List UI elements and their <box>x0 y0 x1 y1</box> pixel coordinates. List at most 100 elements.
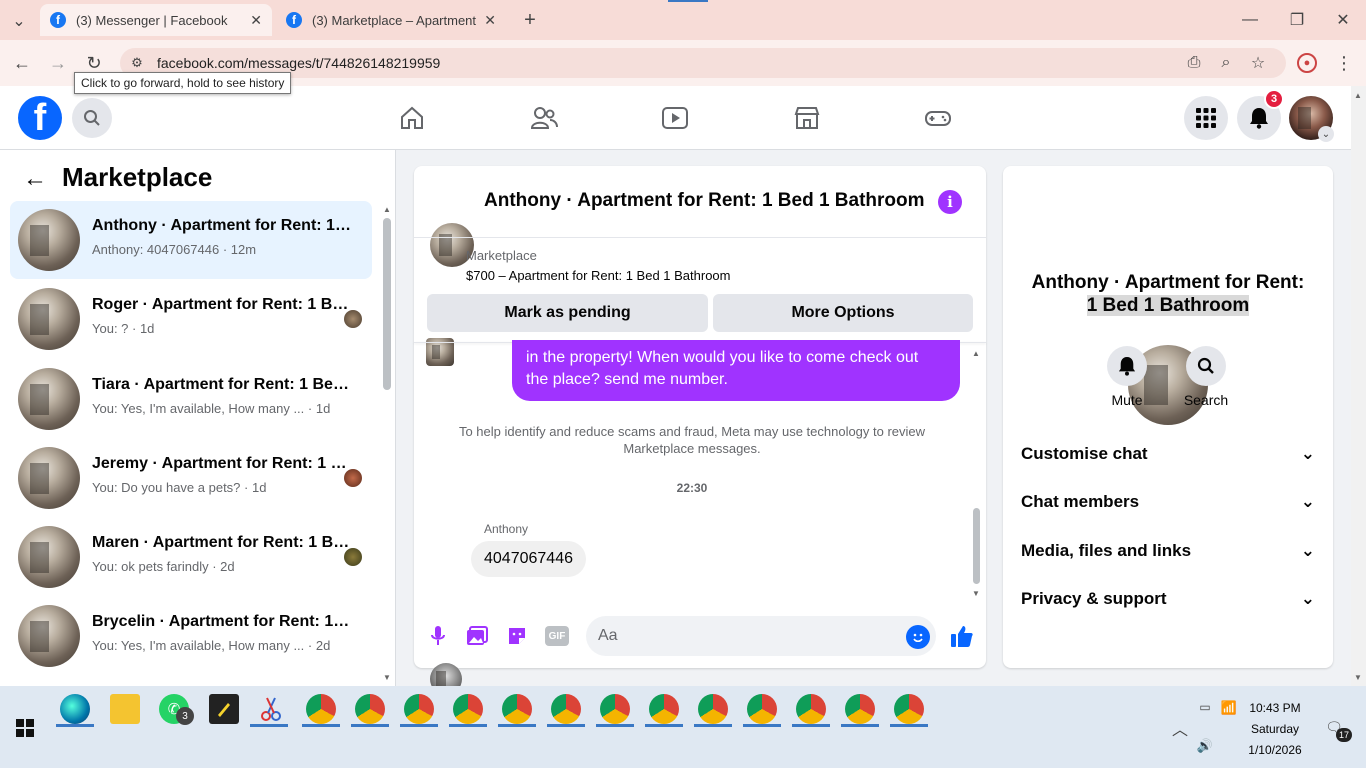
like-thumb-button[interactable] <box>948 622 976 650</box>
marketplace-nav-button[interactable] <box>793 104 821 132</box>
windows-start-icon[interactable] <box>16 719 34 737</box>
listing-thumbnail <box>18 209 80 271</box>
forward-arrow-icon[interactable]: → <box>48 53 68 73</box>
scroll-down-icon[interactable]: ▼ <box>971 588 981 598</box>
active-app-indicator <box>743 724 781 727</box>
chrome-profile-icon[interactable] <box>747 694 777 724</box>
sticker-button[interactable] <box>506 625 528 647</box>
tab-search-chevron-icon[interactable]: ⌄ <box>8 10 30 32</box>
chat-members-section[interactable]: Chat members ⌄ <box>1021 492 1315 512</box>
chrome-profile-icon[interactable] <box>600 694 630 724</box>
tab-marketplace[interactable]: f (3) Marketplace – Apartment fo ✕ <box>276 4 506 36</box>
gif-icon[interactable]: GIF <box>545 626 569 646</box>
tab-messenger[interactable]: f (3) Messenger | Facebook ✕ <box>40 4 272 36</box>
tab-close-icon[interactable]: ✕ <box>250 12 262 29</box>
scroll-down-icon[interactable]: ▼ <box>382 672 392 682</box>
chrome-profile-icon[interactable] <box>355 694 385 724</box>
chat-name-line: Anthony · Apartment for Rent: <box>1031 272 1305 293</box>
message-input[interactable] <box>586 616 936 656</box>
minimize-icon[interactable]: — <box>1240 10 1260 30</box>
conversation-preview: You: ok pets farindly · 2d <box>92 559 235 574</box>
chat-window <box>414 166 986 668</box>
zoom-icon[interactable]: ⌕ <box>1216 53 1236 73</box>
conversation-row[interactable]: Anthony · Apartment for Rent: 1 Bed 1 Ba… <box>10 201 372 279</box>
tab-close-icon[interactable]: ✕ <box>484 12 496 29</box>
search-button[interactable] <box>72 98 112 138</box>
section-label: Chat members <box>1021 492 1140 511</box>
chrome-profile-icon[interactable] <box>551 694 581 724</box>
restore-icon[interactable]: ❐ <box>1287 10 1307 30</box>
privacy-support-section[interactable]: Privacy & support ⌄ <box>1021 589 1315 609</box>
info-icon[interactable]: i <box>938 190 962 214</box>
chrome-profile-icon[interactable] <box>649 694 679 724</box>
page-scrollbar[interactable] <box>1351 86 1366 686</box>
wifi-icon[interactable]: 📶 <box>1220 700 1238 716</box>
scroll-down-icon[interactable]: ▼ <box>1352 672 1364 682</box>
scroll-up-icon[interactable]: ▲ <box>971 348 981 358</box>
close-window-icon[interactable]: ✕ <box>1333 10 1353 30</box>
chrome-profile-icon[interactable] <box>502 694 532 724</box>
chrome-profile-icon[interactable] <box>453 694 483 724</box>
received-message-bubble: 4047067446 <box>471 541 586 577</box>
media-files-links-section[interactable]: Media, files and links ⌄ <box>1021 541 1315 561</box>
section-label: Privacy & support <box>1021 589 1167 608</box>
mute-button[interactable] <box>1107 346 1147 386</box>
chrome-profile-icon[interactable] <box>306 694 336 724</box>
voice-clip-button[interactable] <box>428 625 448 647</box>
scroll-up-icon[interactable]: ▲ <box>1352 90 1364 100</box>
back-arrow-icon[interactable]: ← <box>22 165 48 192</box>
chrome-profile-icon[interactable] <box>404 694 434 724</box>
chevron-up-icon[interactable]: ︿ <box>1170 718 1190 739</box>
new-tab-button[interactable]: + <box>518 8 542 32</box>
battery-icon[interactable]: ▭ <box>1196 700 1214 714</box>
file-explorer-icon[interactable] <box>110 694 140 724</box>
reload-icon[interactable]: ↻ <box>84 53 104 73</box>
conversation-row[interactable]: Tiara · Apartment for Rent: 1 Bed 1 Bath… <box>10 360 372 438</box>
menu-grid-button[interactable] <box>1184 96 1228 140</box>
menu-kebab-icon[interactable]: ⋮ <box>1334 53 1354 73</box>
conversation-row[interactable]: Roger · Apartment for Rent: 1 Bed 1 Bath… <box>10 280 372 358</box>
bookmark-star-icon[interactable]: ☆ <box>1248 53 1268 73</box>
chrome-profile-icon[interactable] <box>845 694 875 724</box>
chat-header-title[interactable]: Anthony · Apartment for Rent: 1 Bed 1 Ba… <box>484 190 925 212</box>
conversation-row[interactable]: Brycelin · Apartment for Rent: 1 Bed 1 B… <box>10 597 372 675</box>
back-arrow-icon[interactable]: ← <box>12 53 32 73</box>
conversation-row[interactable]: Jeremy · Apartment for Rent: 1 Bed 1 Bat… <box>10 439 372 517</box>
snipping-tool-icon[interactable] <box>256 694 286 724</box>
volume-icon[interactable]: 🔊 <box>1196 738 1214 754</box>
chrome-profile-icon[interactable] <box>796 694 826 724</box>
chrome-profile-icon[interactable] <box>698 694 728 724</box>
edge-icon[interactable] <box>60 694 90 724</box>
thumbs-up-icon <box>951 626 973 647</box>
emoji-icon[interactable] <box>906 625 930 649</box>
profile-icon[interactable]: ● <box>1297 53 1317 73</box>
mark-as-pending-button[interactable]: Mark as pending <box>427 294 708 332</box>
gaming-nav-button[interactable] <box>924 104 952 132</box>
active-app-indicator <box>792 724 830 727</box>
active-app-indicator <box>596 724 634 727</box>
clock[interactable]: 10:43 PM Saturday 1/10/2026 <box>1240 698 1310 761</box>
more-options-button[interactable]: More Options <box>713 294 973 332</box>
install-app-icon[interactable]: ⎙ <box>1184 53 1204 73</box>
listing-title[interactable]: $700 – Apartment for Rent: 1 Bed 1 Bathr… <box>466 268 731 283</box>
conversation-row[interactable]: Maren · Apartment for Rent: 1 Bed 1 Bath… <box>10 518 372 596</box>
site-info-icon[interactable]: ⚙ <box>128 54 146 72</box>
sticky-notes-icon[interactable] <box>209 694 239 724</box>
message-text: the place? send me number. <box>526 371 728 388</box>
chrome-profile-icon[interactable] <box>894 694 924 724</box>
watch-nav-button[interactable] <box>661 104 689 132</box>
url-text[interactable]: facebook.com/messages/t/744826148219959 <box>157 55 440 71</box>
clock-date: 1/10/2026 <box>1248 743 1302 757</box>
tab-title: (3) Messenger | Facebook <box>76 12 228 28</box>
scroll-up-icon[interactable]: ▲ <box>382 204 392 214</box>
chat-scrollbar[interactable] <box>973 508 980 584</box>
search-in-chat-button[interactable] <box>1186 346 1226 386</box>
friends-nav-button[interactable] <box>530 104 558 132</box>
sticker-icon <box>509 628 525 644</box>
customise-chat-section[interactable]: Customise chat ⌄ <box>1021 444 1315 464</box>
attach-photo-button[interactable] <box>466 625 488 647</box>
list-scrollbar[interactable] <box>383 218 391 390</box>
account-chevron-icon[interactable]: ⌄ <box>1318 126 1334 142</box>
facebook-logo[interactable]: f <box>18 96 62 140</box>
home-nav-button[interactable] <box>398 104 426 132</box>
